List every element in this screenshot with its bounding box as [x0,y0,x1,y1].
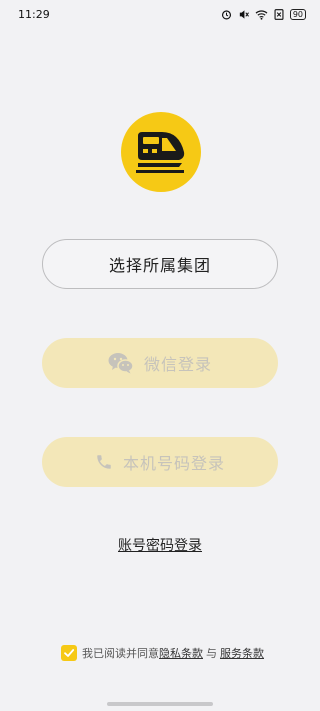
agreement-prefix: 我已阅读并同意 [82,647,159,660]
app-logo [121,112,201,192]
train-icon [136,132,185,173]
privacy-terms-link[interactable]: 隐私条款 [159,645,203,661]
agreement-checkbox[interactable] [61,645,77,661]
select-group-button[interactable]: 选择所属集团 [42,239,278,289]
account-password-login-link[interactable]: 账号密码登录 [0,535,320,555]
mute-icon [238,9,249,20]
agreement-and: 与 [206,647,217,660]
agreement: 我已阅读并同意 隐私条款 与 服务条款 [61,645,264,661]
home-indicator[interactable] [107,702,213,706]
sim-icon [274,8,284,20]
wechat-login-button[interactable]: 微信登录 [42,338,278,388]
battery-icon: 90 [289,8,306,20]
phone-login-label: 本机号码登录 [122,454,225,473]
phone-login-button[interactable]: 本机号码登录 [42,437,278,487]
status-icons: 90 [221,8,306,20]
wechat-login-label: 微信登录 [143,355,212,374]
check-icon [64,649,75,657]
status-time: 11:29 [18,7,50,21]
status-bar: 11:29 90 [0,0,320,28]
service-terms-link[interactable]: 服务条款 [220,645,264,661]
phone-icon [95,453,113,471]
wechat-icon [108,352,134,374]
alarm-icon [221,9,232,20]
select-group-label: 选择所属集团 [108,256,211,275]
wifi-icon [255,9,268,20]
